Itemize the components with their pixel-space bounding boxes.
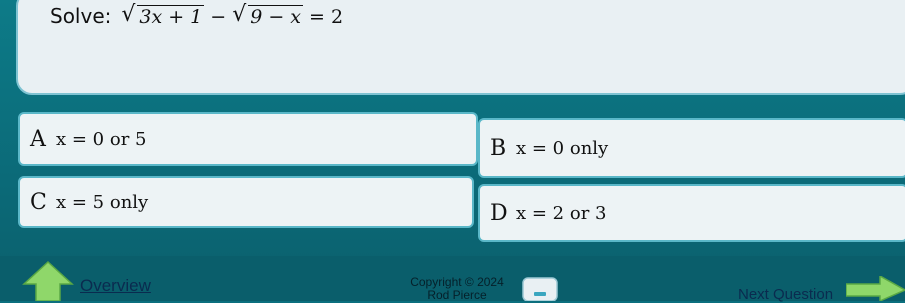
overview-link[interactable]: Overview: [80, 276, 151, 296]
radical-1: √ 3x + 1: [121, 2, 205, 28]
answer-text: x = 0 only: [516, 137, 609, 159]
answer-letter: A: [30, 126, 46, 152]
answer-letter: B: [490, 135, 507, 161]
right-hand-side: 2: [330, 6, 344, 28]
sqrt-icon: √: [121, 2, 136, 27]
equation: √ 3x + 1 − √ 9 − x = 2: [121, 2, 344, 28]
minus-operator: −: [210, 6, 227, 28]
answer-option-c[interactable]: C x = 5 only: [18, 176, 474, 228]
up-arrow-icon[interactable]: [22, 260, 74, 301]
answer-text: x = 5 only: [56, 191, 149, 213]
answer-option-b[interactable]: B x = 0 only: [478, 118, 905, 178]
radical-2: √ 9 − x: [232, 2, 304, 28]
next-question-link[interactable]: Next Question: [738, 286, 833, 303]
question-panel: Solve: √ 3x + 1 − √ 9 − x = 2: [16, 0, 905, 95]
question-text: Solve: √ 3x + 1 − √ 9 − x = 2: [50, 2, 344, 28]
right-arrow-icon[interactable]: [846, 276, 905, 301]
copyright: Copyright © 2024 Rod Pierce: [392, 276, 522, 302]
equals-sign: =: [309, 6, 325, 28]
answer-option-a[interactable]: A x = 0 or 5: [18, 112, 478, 166]
answer-text: x = 2 or 3: [516, 202, 607, 224]
sqrt-icon: √: [232, 2, 247, 27]
question-prefix: Solve:: [50, 4, 112, 28]
answer-text: x = 0 or 5: [56, 128, 147, 150]
answer-letter: C: [30, 189, 47, 215]
copyright-line-2: Rod Pierce: [427, 288, 487, 302]
answer-letter: D: [490, 200, 508, 226]
answer-option-d[interactable]: D x = 2 or 3: [478, 184, 905, 242]
keyboard-icon[interactable]: [522, 276, 558, 301]
radicand-1: 3x + 1: [137, 5, 205, 28]
radicand-2: 9 − x: [248, 5, 304, 28]
